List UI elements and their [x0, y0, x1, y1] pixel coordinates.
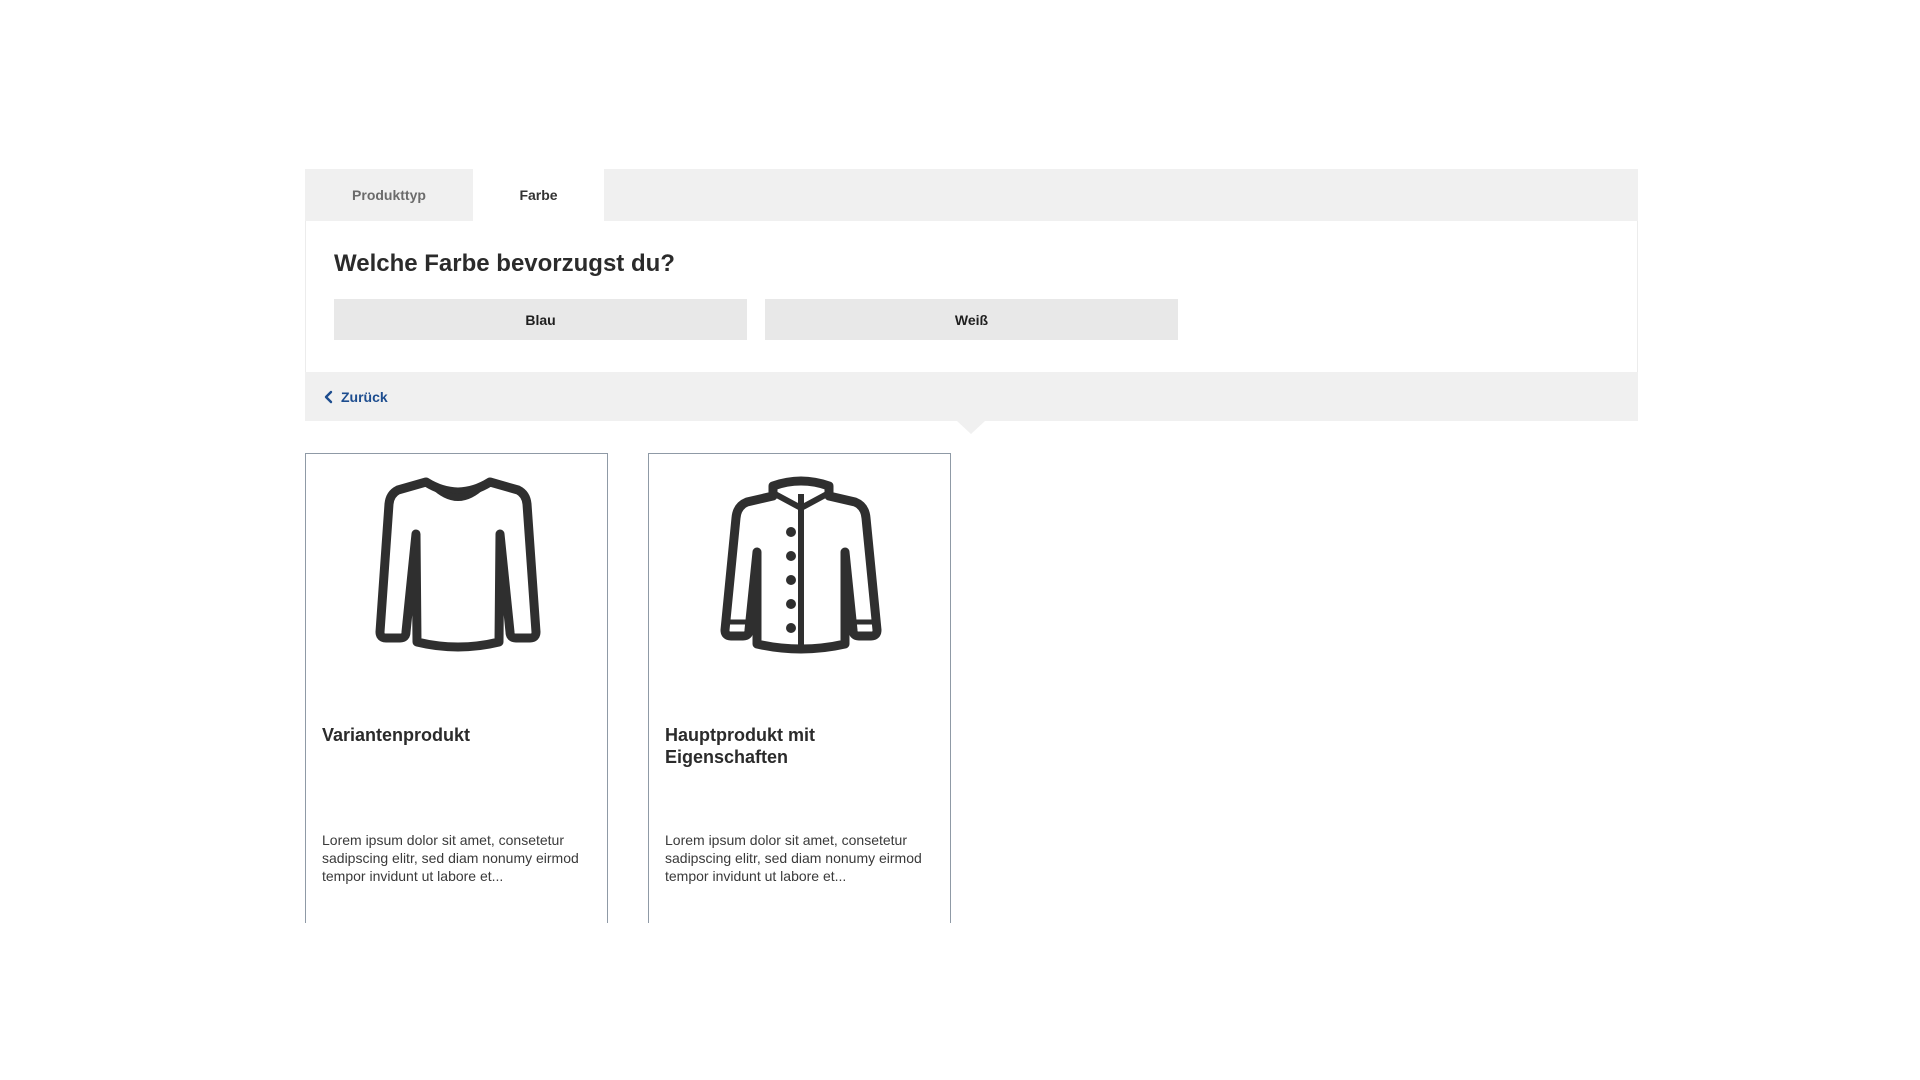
answer-button-weiss[interactable]: Weiß: [765, 299, 1178, 340]
answer-options: Blau Weiß: [334, 299, 1609, 340]
wizard-tabbar: Produkttyp Farbe: [305, 169, 1638, 221]
product-card[interactable]: Hauptprodukt mit Eigenschaften Lorem ips…: [648, 453, 951, 923]
answer-button-blau[interactable]: Blau: [334, 299, 747, 340]
product-finder-wizard: Produkttyp Farbe Welche Farbe bevorzugst…: [305, 169, 1638, 434]
product-card[interactable]: Variantenprodukt Lorem ipsum dolor sit a…: [305, 453, 608, 923]
product-image: [649, 474, 952, 664]
chevron-left-icon: [323, 390, 335, 404]
tab-produkttyp[interactable]: Produkttyp: [305, 169, 473, 221]
product-description: Lorem ipsum dolor sit amet, consetetur s…: [665, 832, 922, 884]
longsleeve-shirt-icon: [368, 472, 548, 667]
panel-pointer-arrow: [957, 421, 985, 434]
product-title: Hauptprodukt mit Eigenschaften: [665, 725, 815, 767]
back-label: Zurück: [341, 388, 388, 405]
question-panel: Welche Farbe bevorzugst du? Blau Weiß: [305, 221, 1638, 372]
button-jacket-icon: [711, 472, 891, 667]
wizard-footer: Zurück: [305, 372, 1638, 434]
product-list: Variantenprodukt Lorem ipsum dolor sit a…: [305, 453, 951, 923]
product-image: [306, 474, 609, 664]
tab-farbe[interactable]: Farbe: [473, 169, 604, 221]
back-link[interactable]: Zurück: [323, 389, 388, 405]
product-title: Variantenprodukt: [322, 725, 471, 745]
question-title: Welche Farbe bevorzugst du?: [334, 250, 675, 277]
product-description: Lorem ipsum dolor sit amet, consetetur s…: [322, 832, 579, 884]
